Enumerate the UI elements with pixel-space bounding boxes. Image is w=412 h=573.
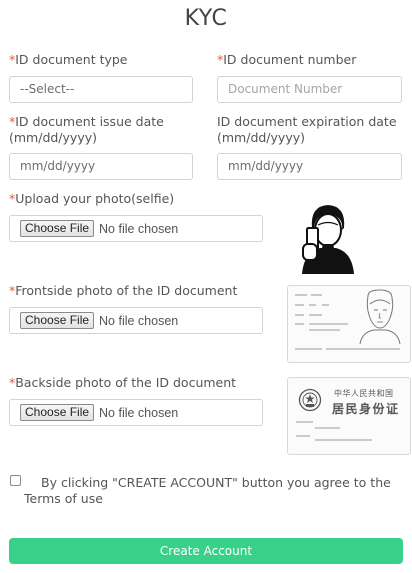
back-file-input[interactable]: Choose File No file chosen [9,399,263,426]
expiry-date-label: ID document expiration date (mm/dd/yyyy) [217,114,397,145]
front-file-input[interactable]: Choose File No file chosen [9,307,263,334]
id-number-label: *ID document number [217,52,357,67]
terms-checkbox[interactable] [10,475,21,486]
front-file-status: No file chosen [99,313,179,328]
selfie-label: *Upload your photo(selfie) [9,191,175,206]
back-file-status: No file chosen [99,405,179,420]
id-card-front-icon [287,285,411,363]
id-card-back-icon: 中华人民共和国 居民身份证 [287,377,411,455]
front-choose-file-button[interactable]: Choose File [20,312,95,329]
front-label: *Frontside photo of the ID document [9,283,238,298]
create-account-button[interactable]: Create Account [9,538,403,564]
id-type-select[interactable]: --Select-- [9,76,193,103]
expiry-date-input[interactable]: mm/dd/yyyy [217,153,402,180]
id-number-input[interactable]: Document Number [217,76,402,103]
issue-date-input[interactable]: mm/dd/yyyy [9,153,193,180]
id-type-label: *ID document type [9,52,128,67]
selfie-choose-file-button[interactable]: Choose File [20,220,95,237]
terms-agreement-text: By clicking "CREATE ACCOUNT" button you … [24,475,391,506]
back-choose-file-button[interactable]: Choose File [20,404,95,421]
selfie-file-status: No file chosen [99,221,179,236]
back-label: *Backside photo of the ID document [9,375,237,390]
selfie-file-input[interactable]: Choose File No file chosen [9,215,263,242]
person-selfie-icon [302,205,354,274]
issue-date-label: *ID document issue date (mm/dd/yyyy) [9,114,164,145]
page-title: KYC [184,6,228,31]
